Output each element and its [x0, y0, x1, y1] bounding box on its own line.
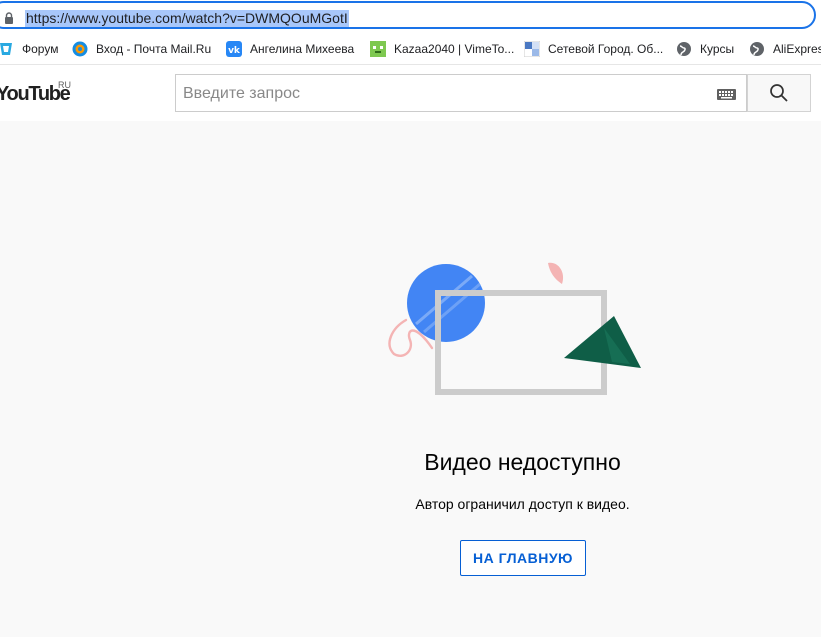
- globe-icon: [750, 42, 764, 56]
- browser-toolbar: https://www.youtube.com/watch?v=DWMQOuMG…: [0, 0, 821, 34]
- vk-icon: vk: [226, 41, 242, 57]
- bookmark-vk[interactable]: vk Ангелина Михеева: [226, 34, 354, 64]
- svg-text:vk: vk: [228, 46, 241, 56]
- bookmark-netcity[interactable]: Сетевой Город. Об...: [524, 34, 663, 64]
- error-message: Автор ограничил доступ к видео.: [415, 496, 630, 512]
- error-title: Видео недоступно: [424, 449, 621, 475]
- netcity-icon: [524, 41, 540, 57]
- bookmark-label: AliExpress: [773, 42, 821, 56]
- address-bar[interactable]: https://www.youtube.com/watch?v=DWMQOuMG…: [0, 1, 816, 29]
- bookmark-label: Форум: [22, 42, 59, 56]
- search-placeholder: Введите запрос: [183, 85, 300, 102]
- region-label: RU: [58, 80, 71, 90]
- home-button[interactable]: НА ГЛАВНУЮ: [460, 540, 586, 576]
- lock-icon[interactable]: [4, 12, 14, 24]
- bookmark-vimetop[interactable]: Kazaa2040 | VimeTo...: [370, 34, 514, 64]
- bookmark-forum[interactable]: Форум: [0, 34, 58, 64]
- bookmark-mailru[interactable]: Вход - Почта Mail.Ru: [72, 34, 211, 64]
- bookmark-label: Вход - Почта Mail.Ru: [96, 42, 212, 56]
- bookmark-kursy[interactable]: Курсы: [676, 34, 734, 64]
- search-icon: [770, 84, 788, 102]
- vimetop-icon: [370, 41, 386, 57]
- forum-icon: [0, 43, 12, 55]
- video-unavailable-illustration: [388, 262, 641, 395]
- search-button[interactable]: [747, 74, 811, 112]
- bookmarks-bar: Форум Вход - Почта Mail.Ru vk Ангелина М…: [0, 34, 821, 65]
- address-url[interactable]: https://www.youtube.com/watch?v=DWMQOuMG…: [25, 10, 349, 27]
- keyboard-icon[interactable]: [717, 89, 736, 100]
- mailru-icon: [72, 41, 88, 57]
- bookmark-label: Ангелина Михеева: [250, 42, 355, 56]
- bookmark-label: Kazaa2040 | VimeTo...: [394, 42, 515, 56]
- bookmark-label: Сетевой Город. Об...: [548, 42, 664, 56]
- youtube-header: YouTube RU Введите запрос: [0, 65, 821, 121]
- globe-icon: [677, 42, 691, 56]
- bookmark-label: Курсы: [700, 42, 735, 56]
- bookmark-aliexpress[interactable]: AliExpress: [749, 34, 821, 64]
- search-input[interactable]: Введите запрос: [175, 74, 747, 112]
